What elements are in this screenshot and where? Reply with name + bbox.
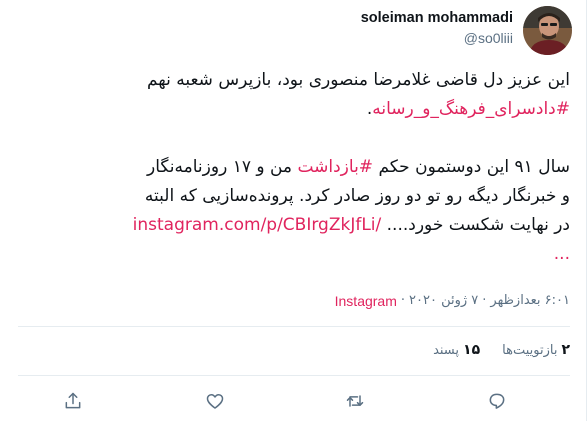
share-button[interactable]: [58, 386, 88, 416]
tweet-time[interactable]: ۶:۰۱ بعدازظهر: [490, 292, 570, 310]
retweets-stat[interactable]: ۲بازتوییت‌ها: [502, 341, 570, 360]
tweet-line: این عزیز دل قاضی غلامرضا منصوری بود، باز…: [10, 66, 570, 95]
avatar-photo: [523, 6, 572, 55]
tweet-text-segment: و خبرنگار دیگه رو تو دو روز صادر کرد. پر…: [144, 186, 570, 206]
meta-separator: ·: [400, 293, 406, 308]
instagram-link[interactable]: instagram.com/p/CBIrgZkJfLi/: [133, 215, 382, 235]
tweet-line: در نهایت شکست خورد.... instagram.com/p/C…: [10, 211, 570, 240]
tweet-line: سال ۹۱ این دوستمون حکم #بازداشت من و ۱۷ …: [10, 153, 570, 182]
share-icon: [65, 392, 81, 409]
link-ellipsis[interactable]: ...: [554, 244, 570, 264]
tweet-detail: soleiman mohammadi @so0liii این عزیز دل …: [0, 0, 587, 421]
retweet-icon: [346, 395, 364, 407]
likes-label: پسند: [433, 343, 460, 358]
hashtag-link[interactable]: #بازداشت: [297, 157, 373, 177]
tweet-line: ...: [10, 240, 570, 269]
tweet-header: soleiman mohammadi @so0liii: [361, 6, 572, 56]
likes-stat[interactable]: ۱۵پسند: [433, 341, 480, 360]
tweet-line: و خبرنگار دیگه رو تو دو روز صادر کرد. پر…: [10, 182, 570, 211]
author-info[interactable]: soleiman mohammadi @so0liii: [361, 6, 513, 47]
retweets-label: بازتوییت‌ها: [502, 343, 558, 358]
tweet-line: #دادسرای_فرهنگ_و_رسانه.: [10, 95, 570, 124]
like-button[interactable]: [200, 386, 230, 416]
reply-icon: [489, 393, 505, 409]
tweet-text-segment: سال ۹۱ این دوستمون حکم: [378, 157, 570, 177]
retweet-button[interactable]: [340, 386, 370, 416]
retweets-count: ۲: [561, 342, 570, 358]
tweet-text-segment: در نهایت شکست خورد....: [386, 215, 570, 235]
author-handle[interactable]: @so0liii: [361, 29, 513, 47]
hashtag-link[interactable]: #دادسرای_فرهنگ_و_رسانه: [372, 99, 570, 119]
author-display-name[interactable]: soleiman mohammadi: [361, 9, 513, 28]
like-icon: [206, 394, 224, 409]
divider: [18, 326, 570, 327]
tweet-text-segment: من و ۱۷ روزنامه‌نگار: [147, 157, 293, 177]
tweet-actions: [0, 386, 587, 416]
tweet-meta: ۶:۰۱ بعدازظهر · ۷ ژوئن ۲۰۲۰ · Instagram: [335, 292, 570, 310]
avatar[interactable]: [523, 6, 572, 55]
tweet-stats: ۲بازتوییت‌ها ۱۵پسند: [433, 341, 570, 360]
tweet-source[interactable]: Instagram: [335, 292, 397, 310]
tweet-text: این عزیز دل قاضی غلامرضا منصوری بود، باز…: [10, 66, 570, 269]
likes-count: ۱۵: [463, 342, 481, 358]
reply-button[interactable]: [482, 386, 512, 416]
tweet-text-segment: این عزیز دل قاضی غلامرضا منصوری بود، باز…: [146, 70, 570, 90]
meta-separator: ·: [482, 293, 487, 308]
tweet-date[interactable]: ۷ ژوئن ۲۰۲۰: [409, 292, 478, 310]
divider: [18, 375, 570, 376]
